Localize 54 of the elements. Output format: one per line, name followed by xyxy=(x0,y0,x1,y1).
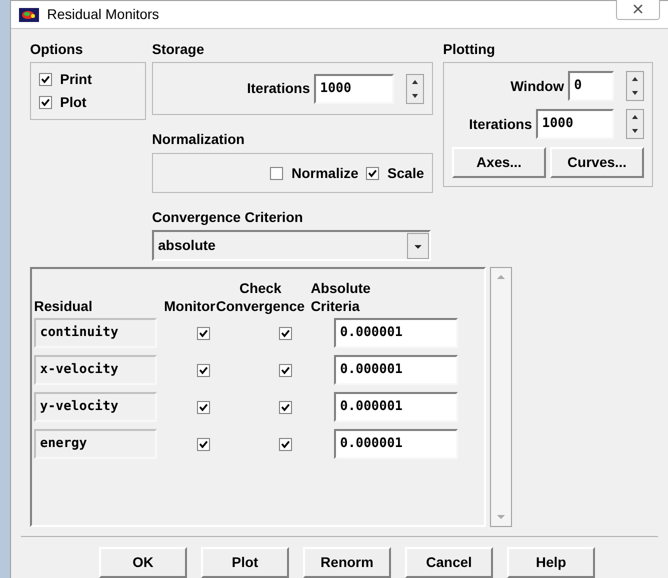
field-label: Window xyxy=(510,76,564,96)
checkbox[interactable] xyxy=(278,364,292,376)
iterations-field[interactable]: 1000 xyxy=(536,109,614,139)
window-field[interactable]: 0 xyxy=(568,71,614,101)
checkbox[interactable] xyxy=(39,73,52,86)
iterations-field[interactable]: 1000 xyxy=(314,74,394,104)
column-header: Residual xyxy=(34,297,94,315)
checkbox[interactable] xyxy=(278,438,292,450)
group-title: Storage xyxy=(152,40,206,59)
field-label: Iterations xyxy=(246,79,310,98)
residual-name: x-velocity xyxy=(34,355,157,385)
window-title: Residual Monitors xyxy=(47,5,160,24)
spinner-arrows-icon[interactable] xyxy=(626,71,644,101)
checkbox[interactable] xyxy=(196,438,210,450)
close-button[interactable] xyxy=(616,0,660,20)
checkbox[interactable] xyxy=(196,326,210,340)
plot-option-button[interactable]: Curves... xyxy=(550,147,644,178)
residual-name: y-velocity xyxy=(34,392,157,422)
column-header: Check Convergence xyxy=(216,279,305,315)
checkbox[interactable] xyxy=(39,96,52,109)
checkbox[interactable] xyxy=(196,364,210,376)
criterion-dropdown[interactable]: absolute xyxy=(152,230,431,261)
plot-option-button[interactable]: Axes... xyxy=(452,147,546,178)
dialog-button[interactable]: Renorm xyxy=(303,547,391,578)
residual-name: continuity xyxy=(34,318,157,348)
group-title: Convergence Criterion xyxy=(152,208,304,227)
column-header: Monitor xyxy=(164,297,216,315)
spinner-arrows-icon[interactable] xyxy=(406,74,424,104)
checkbox-label[interactable]: Plot xyxy=(60,92,86,113)
criteria-field[interactable]: 0.000001 xyxy=(334,429,458,459)
group-title: Options xyxy=(30,40,84,59)
dialog-button[interactable]: Cancel xyxy=(405,547,493,578)
checkbox-label[interactable]: Scale xyxy=(387,162,424,184)
app-icon xyxy=(19,8,39,22)
residual-name: energy xyxy=(34,429,157,459)
group-title: Plotting xyxy=(443,40,496,59)
checkbox-label[interactable]: Print xyxy=(60,69,92,90)
checkbox-label[interactable]: Normalize xyxy=(291,162,358,184)
dialog-button[interactable]: Help xyxy=(507,547,595,578)
dialog-button[interactable]: OK xyxy=(99,547,187,578)
criteria-field[interactable]: 0.000001 xyxy=(334,355,458,385)
checkbox[interactable] xyxy=(270,166,284,180)
close-icon[interactable] xyxy=(632,2,644,14)
checkbox[interactable] xyxy=(196,400,210,414)
checkbox[interactable] xyxy=(366,166,380,180)
column-header: Absolute Criteria xyxy=(310,279,371,315)
criteria-field[interactable]: 0.000001 xyxy=(334,318,458,348)
checkbox[interactable] xyxy=(278,326,292,340)
checkbox[interactable] xyxy=(278,400,292,414)
group-title: Normalization xyxy=(152,130,246,149)
field-label: Iterations xyxy=(468,114,532,134)
dialog-button[interactable]: Plot xyxy=(201,547,289,578)
spinner-arrows-icon[interactable] xyxy=(626,109,644,139)
criteria-field[interactable]: 0.000001 xyxy=(334,392,458,422)
